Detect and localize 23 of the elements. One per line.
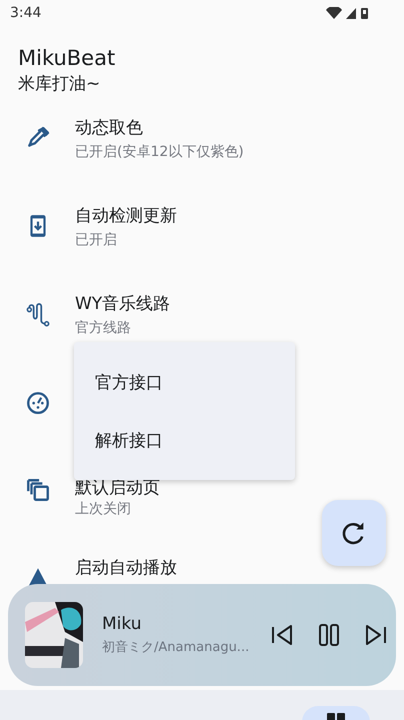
setting-title[interactable]: 启动自动播放 (75, 555, 177, 581)
grid-icon (327, 713, 345, 720)
route-icon (24, 301, 50, 327)
song-title: Miku (102, 613, 142, 636)
setting-value: 官方线路 (75, 319, 132, 338)
app-subtitle: 米库打油~ (18, 73, 102, 96)
setting-value: 已开启 (75, 231, 118, 250)
setting-value: 已开启(安卓12以下仅紫色) (75, 143, 244, 162)
app-title: MikuBeat (18, 45, 116, 72)
dial-icon (24, 389, 50, 415)
setting-title[interactable]: 自动检测更新 (75, 203, 177, 229)
setting-title[interactable]: WY音乐线路 (75, 291, 170, 317)
status-icons (326, 6, 368, 20)
setting-title[interactable]: 动态取色 (75, 115, 244, 141)
menu-item[interactable]: 官方接口 (74, 354, 295, 412)
refresh-button[interactable] (322, 500, 386, 566)
menu-item[interactable]: 解析接口 (74, 412, 295, 470)
pages-icon (24, 477, 50, 503)
song-artist: 初音ミク/Anamanagu... (102, 639, 250, 657)
pause-icon (316, 622, 342, 648)
setting-value: 上次关闭 (75, 500, 132, 519)
setting-title[interactable]: 默认启动页 (75, 477, 160, 499)
status-time: 3:44 (10, 5, 42, 21)
